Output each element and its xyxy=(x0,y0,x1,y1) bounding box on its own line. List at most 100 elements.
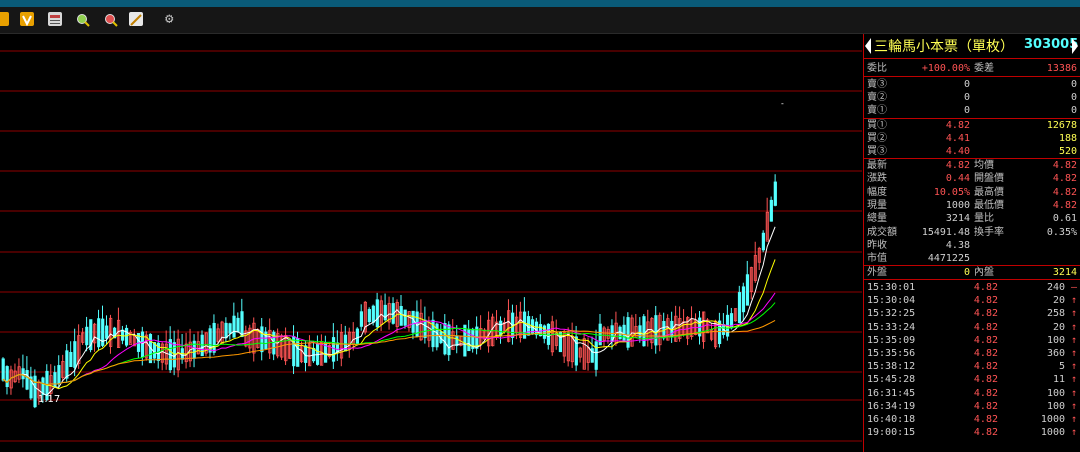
tick-flag: ↑ xyxy=(1070,400,1077,412)
tick-volume: 100 xyxy=(1046,400,1065,412)
tick-time: 15:32:25 xyxy=(867,308,916,320)
candle xyxy=(33,375,37,408)
toolbar: ⚙ xyxy=(0,7,1080,34)
stat-value: 0.61 xyxy=(1052,213,1077,225)
candle xyxy=(121,329,125,341)
candle xyxy=(224,322,228,339)
ask-volume: 0 xyxy=(1070,92,1077,103)
inner-label: 內盤 xyxy=(974,267,994,278)
stat-row: 現量 1000 最低價 4.82 xyxy=(864,199,1080,212)
gear-icon[interactable]: ⚙ xyxy=(165,12,179,26)
ask-label: 賣② xyxy=(867,92,887,103)
stat-value: 15491.48 xyxy=(921,226,970,238)
stat-label: 換手率 xyxy=(974,226,1004,238)
stat-value: 4.82 xyxy=(1052,199,1077,211)
tick-volume: 20 xyxy=(1052,295,1065,307)
candle xyxy=(65,350,69,379)
draw-line-icon[interactable] xyxy=(129,12,143,26)
ask-label: 賣① xyxy=(867,105,887,116)
tick-flag: — xyxy=(1070,282,1077,293)
candle xyxy=(542,325,547,339)
stat-row: 成交額 15491.48 換手率 0.35% xyxy=(864,226,1080,239)
bid-label: 買③ xyxy=(867,146,887,157)
bid-price: 4.40 xyxy=(945,146,970,157)
ask-price: 0 xyxy=(963,92,970,103)
candle xyxy=(546,323,551,345)
tick-time: 15:30:04 xyxy=(867,295,916,307)
candle xyxy=(761,232,765,251)
candle xyxy=(654,315,658,346)
zoom-in-icon[interactable] xyxy=(76,12,90,27)
window-title-bar xyxy=(0,0,1080,7)
stat-value: 4.82 xyxy=(1052,160,1077,171)
tick-time: 15:35:56 xyxy=(867,348,916,359)
low-price-label: 1.17 xyxy=(38,394,60,405)
candle xyxy=(228,323,232,334)
outer-value: 0 xyxy=(963,267,970,278)
high-marker: - xyxy=(780,99,785,108)
candle xyxy=(423,319,427,339)
candle xyxy=(411,310,415,333)
folder-icon[interactable] xyxy=(0,12,9,26)
tick-time: 15:38:12 xyxy=(867,361,916,373)
outer-label: 外盤 xyxy=(867,267,887,278)
tick-volume: 360 xyxy=(1046,348,1065,359)
stat-row: 市值 4471225 xyxy=(864,252,1080,265)
candle xyxy=(467,328,471,352)
tick-flag: ↑ xyxy=(1070,348,1077,359)
stat-value: 4.82 xyxy=(945,160,970,171)
candlestick-chart[interactable]: 1.17 - xyxy=(0,34,863,452)
tick-volume: 100 xyxy=(1046,334,1065,346)
v-badge-icon[interactable] xyxy=(20,12,34,27)
candle xyxy=(773,181,777,206)
ask-row: 賣② 0 0 xyxy=(864,91,1080,104)
bid-price: 4.41 xyxy=(945,133,970,144)
bid-label: 買① xyxy=(867,120,887,131)
next-stock-icon[interactable] xyxy=(1072,38,1078,54)
zoom-out-icon[interactable] xyxy=(104,12,118,27)
ask-price: 0 xyxy=(963,105,970,116)
candle xyxy=(236,317,240,333)
candle xyxy=(375,299,379,328)
tick-row: 15:30:04 4.82 20 ↑ xyxy=(864,294,1080,307)
bid-row: 買③ 4.40 520 xyxy=(864,145,1080,158)
tick-time: 15:33:24 xyxy=(867,321,916,333)
candle xyxy=(73,341,77,368)
chart-grid xyxy=(0,50,862,442)
tick-price: 4.82 xyxy=(973,348,998,359)
tick-price: 4.82 xyxy=(973,334,998,346)
stat-label: 總量 xyxy=(867,213,887,225)
tick-row: 16:34:19 4.82 100 ↑ xyxy=(864,400,1080,413)
stat-value: 4.82 xyxy=(1052,173,1077,185)
stat-label: 最新 xyxy=(867,160,887,171)
tick-row: 15:35:09 4.82 100 ↑ xyxy=(864,334,1080,347)
candle xyxy=(41,377,45,395)
tick-row: 15:32:25 4.82 258 ↑ xyxy=(864,307,1080,320)
prev-stock-icon[interactable] xyxy=(865,38,871,54)
candle xyxy=(367,309,371,323)
candle xyxy=(25,370,29,390)
report-icon[interactable] xyxy=(48,12,62,26)
tick-row: 15:35:56 4.82 360 ↑ xyxy=(864,347,1080,360)
stat-label: 均價 xyxy=(974,160,994,171)
candle xyxy=(5,366,9,388)
tick-row: 15:38:12 4.82 5 ↑ xyxy=(864,360,1080,373)
candle xyxy=(741,286,746,313)
stat-row: 漲跌 0.44 開盤價 4.82 xyxy=(864,172,1080,185)
tick-price: 4.82 xyxy=(973,295,998,307)
bid-volume: 188 xyxy=(1058,133,1077,144)
tick-row: 16:31:45 4.82 100 ↑ xyxy=(864,387,1080,400)
candle xyxy=(499,320,503,336)
inner-value: 3214 xyxy=(1052,267,1077,278)
candle xyxy=(737,292,742,324)
stat-value: 4471225 xyxy=(927,253,970,265)
tick-row: 15:30:01 4.82 240 — xyxy=(864,281,1080,294)
candle xyxy=(85,326,89,346)
candle xyxy=(642,316,646,347)
candle xyxy=(359,311,364,327)
tick-volume: 1000 xyxy=(1040,427,1065,439)
bid-volume: 520 xyxy=(1058,146,1077,157)
stat-label: 量比 xyxy=(974,213,994,225)
tick-time: 16:34:19 xyxy=(867,400,916,412)
stat-row: 幅度 10.05% 最高價 4.82 xyxy=(864,186,1080,199)
